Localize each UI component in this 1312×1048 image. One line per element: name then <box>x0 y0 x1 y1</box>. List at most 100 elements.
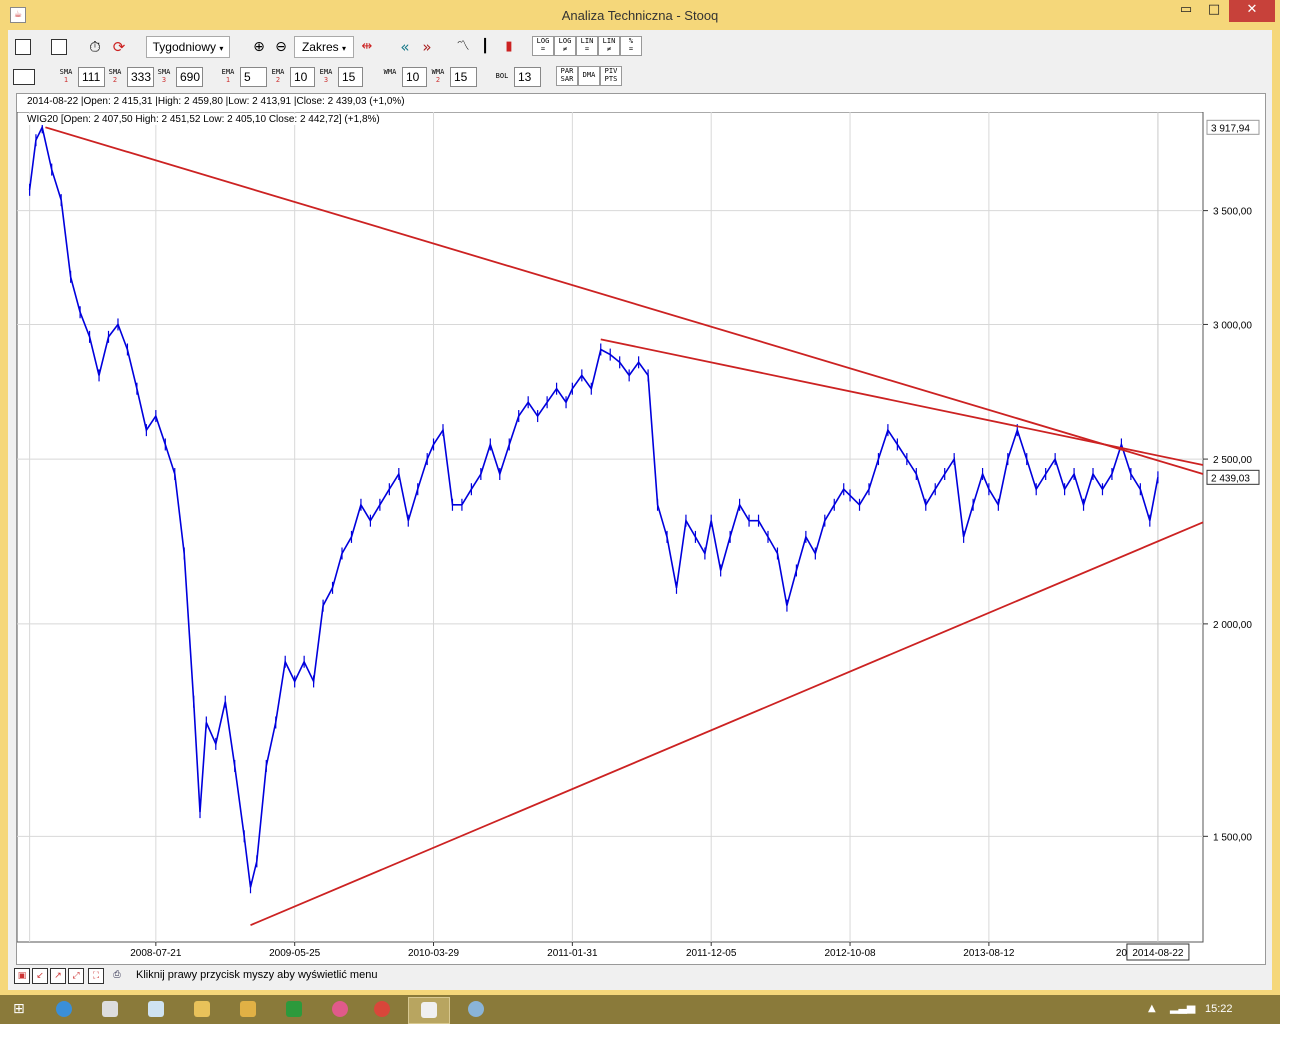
arrow-down-left-icon: ↙ <box>36 971 44 981</box>
sma-label-text: SMA <box>59 68 73 76</box>
interval-select[interactable]: Tygodniowy ▾ <box>146 36 230 58</box>
taskbar-app-2[interactable] <box>90 997 130 1022</box>
windows-taskbar: ⊞ ▲ ▂▃▅ 15:22 <box>0 995 1280 1024</box>
x-tick-label: 2009-05-25 <box>269 948 321 959</box>
zoom-in-icon: ⊕ <box>253 39 265 55</box>
sma3-label: SMA 3 <box>154 68 174 90</box>
x-tick-label: 2012-10-08 <box>824 948 876 959</box>
zoom-in-button[interactable]: ⊕ <box>248 35 270 57</box>
fit-range-button[interactable]: ⇹ <box>356 35 378 57</box>
chart-panel[interactable]: 2014-08-22 |Open: 2 415,31 |High: 2 459,… <box>16 93 1266 965</box>
scale-log-unequal-button[interactable]: LOG ≠ <box>554 36 576 56</box>
notepad-icon <box>148 1001 164 1017</box>
range-select[interactable]: Zakres ▾ <box>294 36 354 58</box>
folder-icon <box>194 1001 210 1017</box>
java-icon <box>421 1002 437 1018</box>
minimize-button[interactable]: ▭ <box>1172 0 1200 22</box>
tool-icon <box>240 1001 256 1017</box>
parabolic-sar-button[interactable]: PAR SAR <box>556 66 578 86</box>
x-tick-label: 2011-12-05 <box>686 948 737 959</box>
scroll-left-button[interactable]: « <box>394 35 416 57</box>
sma-index: 1 <box>63 76 69 84</box>
refresh-icon: ⟳ <box>112 38 126 56</box>
start-button[interactable]: ⊞ <box>0 997 40 1022</box>
candle-chart-button[interactable]: ▮ <box>498 35 520 57</box>
network-signal-icon[interactable]: ▂▃▅ <box>1170 1001 1195 1014</box>
refresh-button[interactable]: ⟳ <box>108 35 130 57</box>
scale-label: LIN <box>602 37 616 45</box>
sma1-input[interactable]: 111 <box>78 67 105 87</box>
sma2-input[interactable]: 333 <box>127 67 154 87</box>
zoom-out-button[interactable]: ⊖ <box>270 35 292 57</box>
plot-frame <box>17 112 1204 943</box>
taskbar-java-app[interactable] <box>408 997 450 1024</box>
fullscreen-button[interactable]: ⛶ <box>88 968 104 984</box>
window-title: Analiza Techniczna - Stooq <box>561 8 719 23</box>
price-chart[interactable]: 1 500,00 2 000,00 2 500,00 3 000,00 3 500,00… <box>17 112 1265 962</box>
scale-sublabel: = <box>628 45 634 53</box>
line-chart-button[interactable]: 〽 <box>452 35 474 57</box>
fullscreen-icon: ⛶ <box>92 971 100 981</box>
scale-percent-button[interactable]: % = <box>620 36 642 56</box>
taskbar-app-5[interactable] <box>228 997 268 1022</box>
export-button[interactable]: ↙ <box>32 968 48 984</box>
arrow-up-right-icon: ↗ <box>54 971 62 981</box>
x-tick-label: 2008-07-21 <box>130 948 182 959</box>
scale-sublabel: = <box>584 45 590 53</box>
print-chart-button[interactable]: ⎙ <box>110 968 124 982</box>
ema2-input[interactable]: 10 <box>290 67 315 87</box>
ema3-input[interactable]: 15 <box>338 67 363 87</box>
maximize-button[interactable]: □ <box>1200 0 1228 22</box>
export-up-button[interactable]: ↗ <box>50 968 66 984</box>
printer-icon <box>51 39 67 55</box>
last-price-label: 2 439,03 <box>1211 473 1250 484</box>
print-button[interactable] <box>48 35 70 57</box>
instrument-ohlc-readout: WIG20 [Open: 2 407,50 High: 2 451,52 Low… <box>27 114 380 125</box>
taskbar-clock[interactable]: 15:22 <box>1205 1003 1233 1015</box>
taskbar-explorer[interactable] <box>182 997 222 1022</box>
timer-button[interactable]: ⏱ <box>84 35 106 57</box>
fit-chart-icon: ⇹ <box>361 39 373 54</box>
scale-log-equal-button[interactable]: LOG = <box>532 36 554 56</box>
taskbar-ie[interactable] <box>44 997 84 1022</box>
taskbar-chrome[interactable] <box>362 997 402 1022</box>
bol-input[interactable]: 13 <box>514 67 541 87</box>
ema-index: 2 <box>275 76 281 84</box>
taskbar-excel[interactable] <box>274 997 314 1022</box>
taskbar-picasa[interactable] <box>320 997 360 1022</box>
scale-lin-unequal-button[interactable]: LIN ≠ <box>598 36 620 56</box>
wma1-input[interactable]: 10 <box>402 67 427 87</box>
indicators-button[interactable] <box>12 65 35 87</box>
tray-arrow-icon[interactable]: ▲ <box>1148 1003 1156 1014</box>
scale-sublabel: = <box>540 45 546 53</box>
indicator-toolbar: SMA 1 111 SMA 2 333 SMA 3 690 EMA 1 5 EMA 2 1… <box>8 62 1272 92</box>
ohlc-chart-button[interactable]: ┃ <box>474 35 496 57</box>
indicator-label: PAR <box>560 67 574 75</box>
scale-lin-equal-button[interactable]: LIN = <box>576 36 598 56</box>
expand-button[interactable]: ⤢ <box>68 968 84 984</box>
status-bar: ▣ ↙ ↗ ⤢ ⛶ ⎙ Kliknij prawy przycisk myszy… <box>8 964 1272 988</box>
indicator-label: DMA <box>582 71 596 79</box>
double-left-icon: « <box>400 38 410 56</box>
bol-label: BOL <box>495 72 509 80</box>
close-button[interactable]: ✕ <box>1229 0 1275 22</box>
taskbar-notepad[interactable] <box>136 997 176 1022</box>
title-bar[interactable]: ☕ Analiza Techniczna - Stooq ▭ □ ✕ <box>0 0 1280 30</box>
x-tick-label: 2011-01-31 <box>547 948 598 959</box>
wma2-input[interactable]: 15 <box>450 67 477 87</box>
ema1-input[interactable]: 5 <box>240 67 267 87</box>
data-table-button[interactable] <box>12 35 34 57</box>
taskbar-app-10[interactable] <box>456 997 496 1022</box>
scroll-right-button[interactable]: » <box>416 35 438 57</box>
sma-index: 2 <box>112 76 118 84</box>
scale-sublabel: ≠ <box>606 45 612 53</box>
save-button[interactable]: ▣ <box>14 968 30 984</box>
sma-label-text: SMA <box>108 68 122 76</box>
cursor-date-label: 2014-08-22 <box>1132 948 1184 959</box>
range-value: Zakres <box>301 40 339 54</box>
chevron-down-icon: ▾ <box>342 44 347 53</box>
picasa-icon <box>332 1001 348 1017</box>
sma3-input[interactable]: 690 <box>176 67 203 87</box>
dma-button[interactable]: DMA <box>578 66 600 86</box>
pivot-points-button[interactable]: PIV PTS <box>600 66 622 86</box>
